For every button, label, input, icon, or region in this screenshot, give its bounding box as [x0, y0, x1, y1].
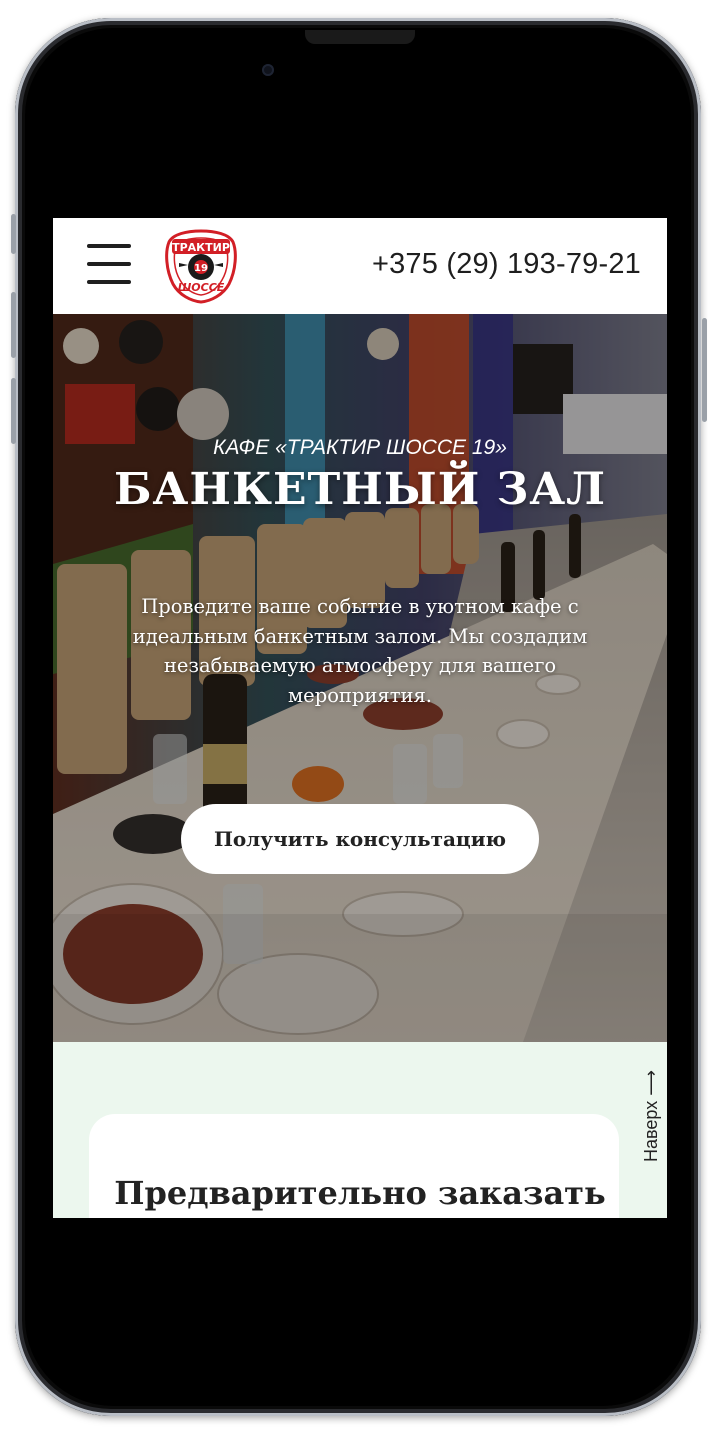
svg-text:ШОССЕ: ШОССЕ — [178, 281, 225, 294]
preorder-section: Предварительно заказать Наверх ⟶ — [53, 1042, 667, 1218]
site-header: ТРАКТИР 19 ШОССЕ +375 (29) 193-79-21 — [53, 218, 667, 314]
svg-text:19: 19 — [194, 263, 208, 274]
hero-kicker: КАФЕ «ТРАКТИР ШОССЕ 19» — [213, 436, 507, 459]
volume-down-button — [11, 378, 16, 444]
back-to-top-button[interactable]: Наверх ⟶ — [601, 1052, 667, 1162]
front-camera — [262, 64, 274, 76]
volume-up-button — [11, 292, 16, 358]
phone-number-link[interactable]: +375 (29) 193-79-21 — [372, 248, 641, 281]
hero-description: Проведите ваше событие в уютном кафе с и… — [132, 595, 588, 707]
get-consultation-button[interactable]: Получить консультацию — [181, 804, 539, 874]
hero-title: БАНКЕТНЫЙ ЗАЛ — [113, 464, 607, 515]
preorder-title: Предварительно заказать — [114, 1174, 606, 1212]
back-to-top-label: Наверх ⟶ — [641, 1070, 661, 1162]
hamburger-menu-icon[interactable] — [87, 244, 131, 284]
phone-screen: ТРАКТИР 19 ШОССЕ +375 (29) 193-79-21 КАФ… — [53, 218, 667, 1218]
cafe-logo[interactable]: ТРАКТИР 19 ШОССЕ — [163, 228, 239, 304]
power-button — [702, 318, 707, 422]
speaker-grille — [305, 30, 415, 44]
silent-switch — [11, 214, 16, 254]
hero-banner: КАФЕ «ТРАКТИР ШОССЕ 19» БАНКЕТНЫЙ ЗАЛ Пр… — [53, 314, 667, 1042]
svg-text:ТРАКТИР: ТРАКТИР — [172, 241, 230, 254]
